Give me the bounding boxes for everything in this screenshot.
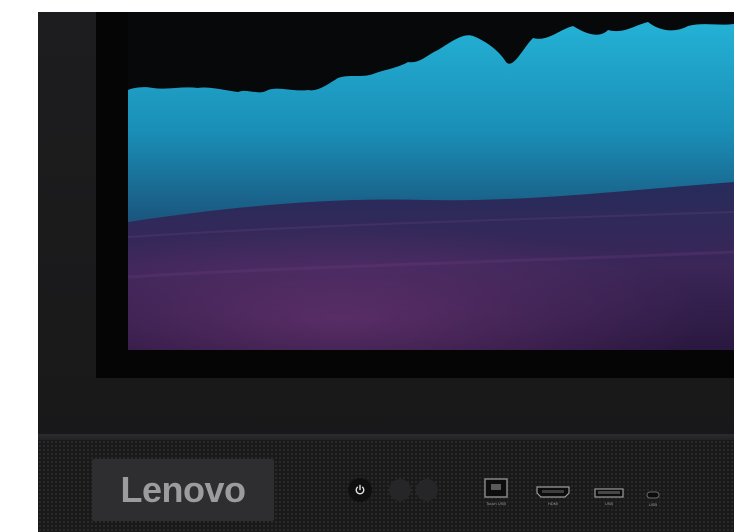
power-button[interactable] bbox=[348, 478, 372, 502]
usb-c-label: USB bbox=[648, 502, 658, 507]
logo-plate: Lenovo bbox=[92, 459, 274, 521]
usb-c-port-icon bbox=[646, 491, 660, 499]
touch-usb-label: Touch USB bbox=[485, 501, 506, 506]
hdmi-port-icon bbox=[536, 486, 570, 498]
usb-port[interactable]: USB bbox=[594, 488, 624, 506]
landscape-image bbox=[128, 12, 734, 350]
usb-c-port[interactable]: USB bbox=[646, 491, 660, 507]
hdmi-port[interactable]: HDMI bbox=[536, 486, 570, 506]
port-panel: Touch USB HDMI USB USB bbox=[480, 472, 676, 514]
hdmi-label: HDMI bbox=[547, 501, 559, 506]
usb-touch-port-icon bbox=[484, 478, 508, 498]
usb-label: USB bbox=[604, 501, 614, 506]
lenovo-logo: Lenovo bbox=[120, 469, 246, 510]
touch-usb-port[interactable]: Touch USB bbox=[484, 478, 508, 506]
sensor-left bbox=[389, 479, 411, 501]
display-screen bbox=[128, 12, 734, 350]
sensor-right bbox=[416, 479, 438, 501]
usb-port-icon bbox=[594, 488, 624, 498]
monitor-photo: Lenovo Touch USB HDMI USB USB bbox=[0, 0, 734, 532]
power-icon bbox=[355, 484, 365, 495]
